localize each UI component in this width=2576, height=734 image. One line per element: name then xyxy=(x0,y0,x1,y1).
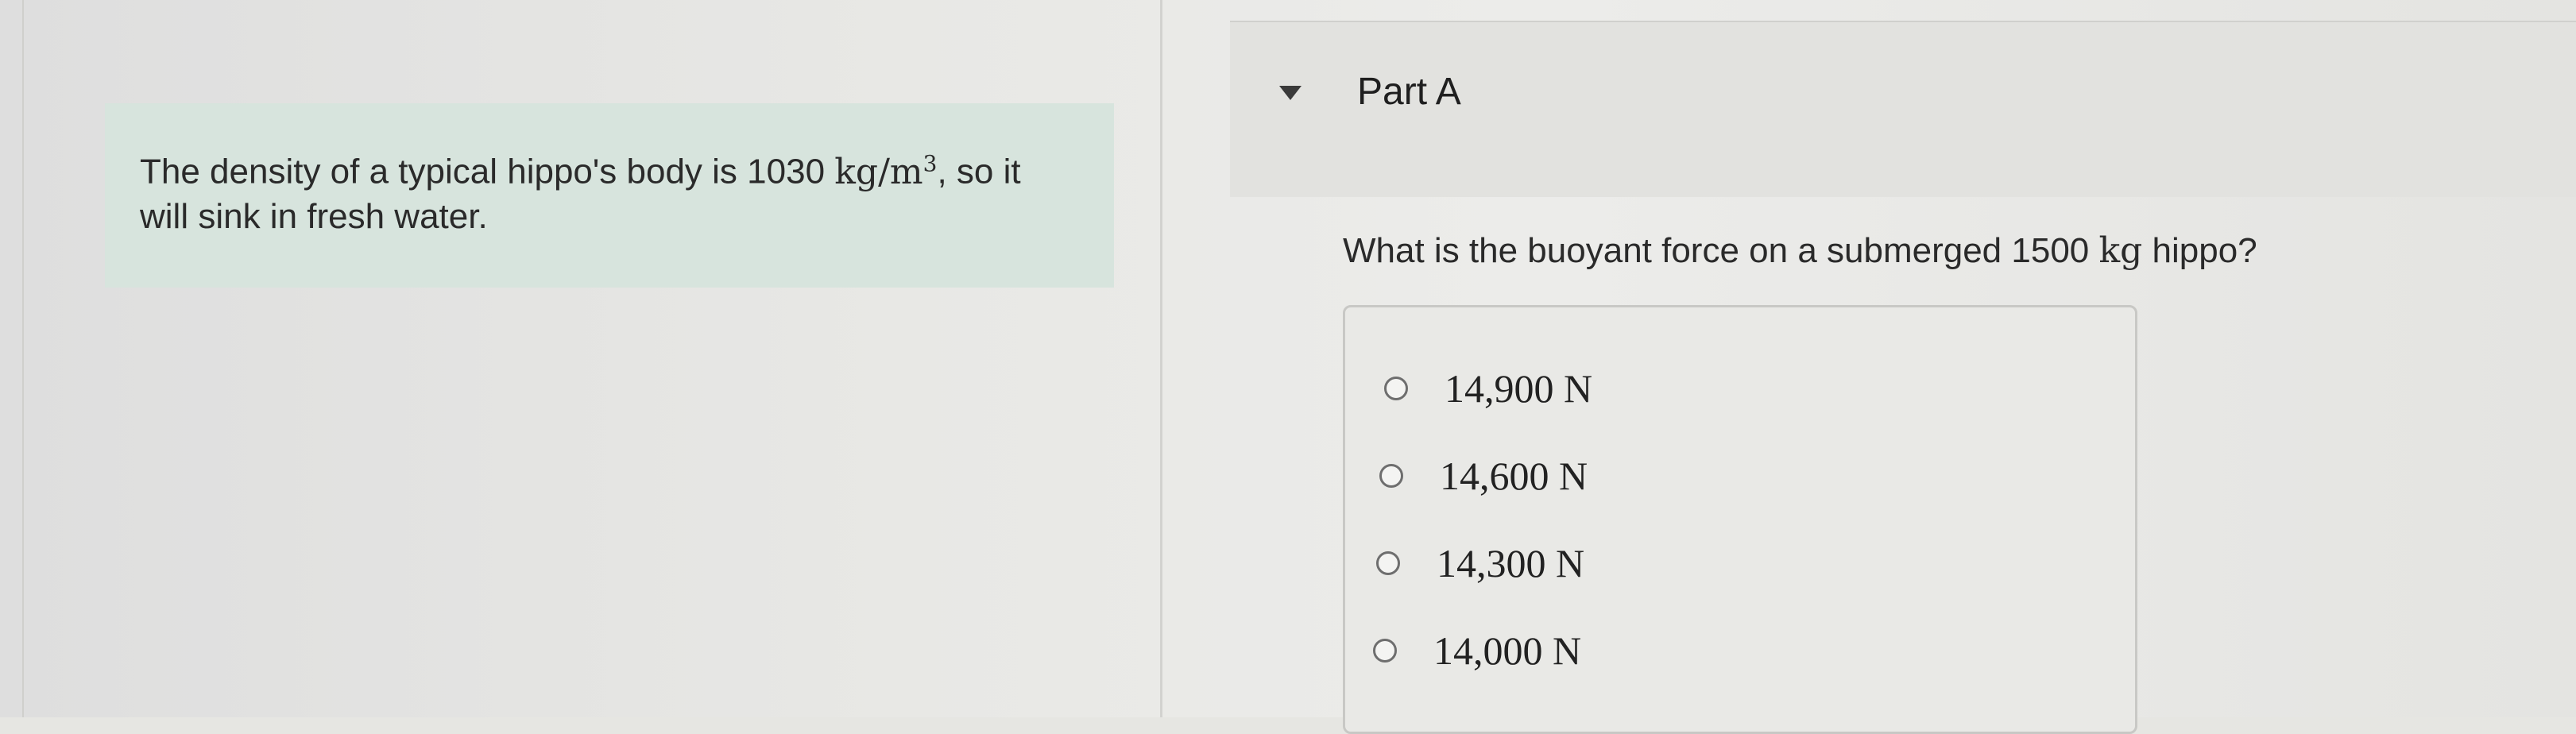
left-border xyxy=(22,0,24,717)
intro-line-1: The density of a typical hippo's body is… xyxy=(140,141,1079,195)
problem-intro-box: The density of a typical hippo's body is… xyxy=(105,103,1114,288)
part-title[interactable]: Part A xyxy=(1357,70,1461,114)
question-text-after: hippo? xyxy=(2142,231,2257,270)
radio-circle-icon[interactable] xyxy=(1376,551,1400,575)
intro-text-after: , so it xyxy=(937,152,1021,191)
question-text: What is the buoyant force on a submerged… xyxy=(1343,230,2257,271)
choice-option-1[interactable]: 14,900 N xyxy=(1384,365,1592,411)
radio-circle-icon[interactable] xyxy=(1379,464,1403,488)
choice-label-2[interactable]: 14,600 N xyxy=(1440,453,1588,499)
column-divider xyxy=(1160,0,1162,717)
choice-label-1[interactable]: 14,900 N xyxy=(1445,365,1592,411)
choice-label-4[interactable]: 14,000 N xyxy=(1433,628,1581,674)
choice-label-3[interactable]: 14,300 N xyxy=(1437,540,1584,586)
intro-unit-base: kg/m xyxy=(834,151,923,192)
intro-unit-exponent: 3 xyxy=(922,150,938,176)
intro-unit: kg/m3 xyxy=(834,150,938,192)
radio-circle-icon[interactable] xyxy=(1373,639,1397,663)
intro-text-before: The density of a typical hippo's body is… xyxy=(140,152,835,191)
question-unit: kg xyxy=(2098,230,2143,271)
intro-line-2: will sink in fresh water. xyxy=(140,196,488,236)
choice-option-3[interactable]: 14,300 N xyxy=(1376,540,1584,586)
question-text-before: What is the buoyant force on a submerged… xyxy=(1343,231,2099,270)
choice-option-2[interactable]: 14,600 N xyxy=(1379,453,1588,499)
caret-down-icon[interactable] xyxy=(1279,86,1302,100)
choice-option-4[interactable]: 14,000 N xyxy=(1373,628,1581,674)
radio-circle-icon[interactable] xyxy=(1384,377,1408,400)
